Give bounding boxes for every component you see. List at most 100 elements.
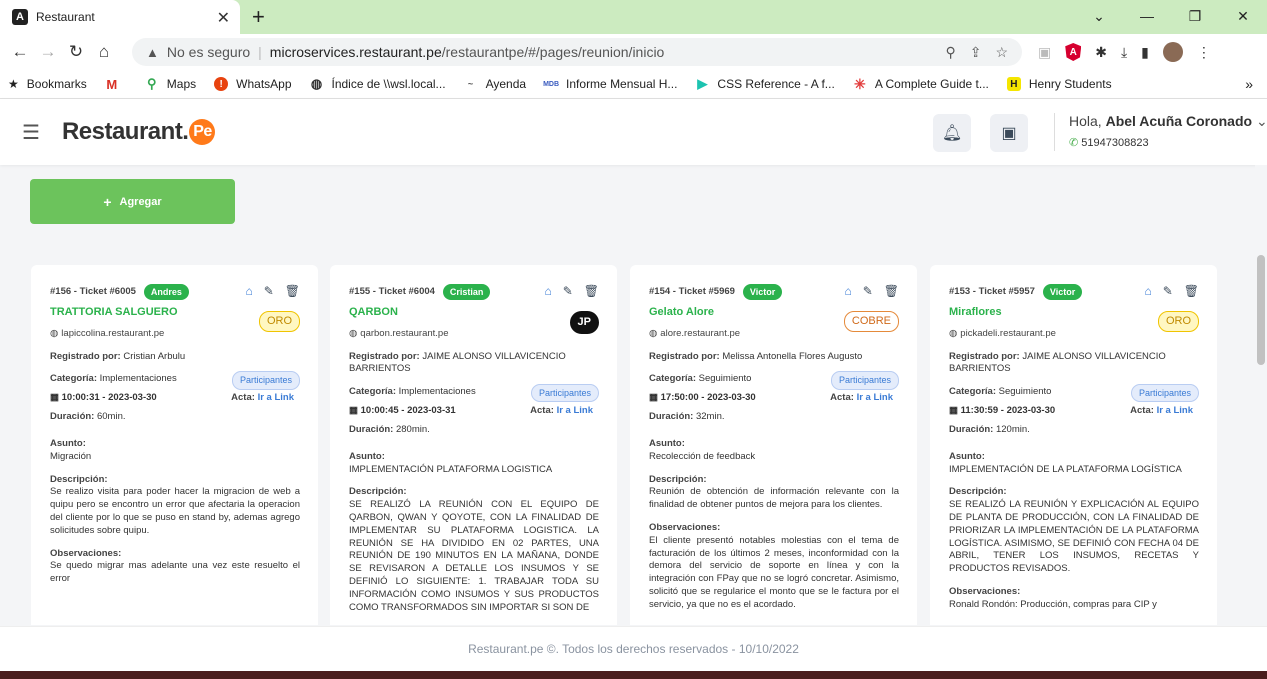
- url-separator: |: [258, 44, 262, 60]
- bookmark-item[interactable]: ✳ A Complete Guide t...: [853, 76, 989, 92]
- ir-link[interactable]: Ir a Link: [258, 392, 294, 403]
- sidepanel-icon[interactable]: ▮: [1141, 44, 1149, 61]
- restore-icon[interactable]: ❐: [1171, 0, 1219, 34]
- participantes-button[interactable]: Participantes: [231, 371, 300, 390]
- menu-dots-icon[interactable]: ⋮: [1197, 44, 1211, 61]
- support-button[interactable]: ▣: [990, 114, 1028, 152]
- profile-avatar[interactable]: [1162, 42, 1183, 62]
- bookmark-item[interactable]: H Henry Students: [1006, 77, 1112, 91]
- ir-link[interactable]: Ir a Link: [1157, 405, 1193, 416]
- bookmark-item[interactable]: ⚲ Maps: [145, 76, 197, 91]
- duracion-label: Duración:: [949, 423, 994, 435]
- puzzle-icon[interactable]: ✱: [1095, 44, 1107, 61]
- download-icon[interactable]: ⤓: [1121, 44, 1127, 61]
- scrollbar-thumb[interactable]: [1257, 255, 1265, 365]
- plus-icon: +: [103, 193, 112, 210]
- warning-icon[interactable]: ▲: [146, 45, 159, 60]
- url-input[interactable]: ▲ No es seguro | microservices.restauran…: [132, 38, 1022, 66]
- ir-link[interactable]: Ir a Link: [857, 392, 893, 403]
- edit-icon[interactable]: ✎: [863, 283, 873, 299]
- categoria-row: Categoría: Seguimiento Participantes: [649, 371, 899, 390]
- descripcion-value: SE REALIZÓ LA REUNIÓN Y EXPLICACIÓN AL E…: [949, 499, 1199, 575]
- page-scrollbar[interactable]: [1255, 165, 1267, 625]
- chevron-down-icon[interactable]: ⌄: [1256, 113, 1267, 129]
- add-button[interactable]: + Agregar: [30, 179, 235, 224]
- datetime-value: 10:00:45 - 2023-03-31: [360, 405, 456, 417]
- bookmark-item[interactable]: MDB Informe Mensual H...: [543, 77, 678, 91]
- extension-icon[interactable]: ▣: [1038, 44, 1051, 61]
- url-host: microservices.restaurant.pe: [269, 44, 442, 60]
- trash-icon[interactable]: 🗑︎: [884, 283, 899, 299]
- forward-icon[interactable]: →: [34, 42, 62, 62]
- address-bar-row: ← → ↻ ⌂ ▲ No es seguro | microservices.r…: [0, 34, 1267, 70]
- duracion-row: Duración: 120min.: [949, 424, 1199, 437]
- home-icon[interactable]: ⌂: [245, 283, 252, 299]
- tab-search-icon[interactable]: ⌄: [1075, 0, 1123, 34]
- close-window-icon[interactable]: ✕: [1219, 0, 1267, 34]
- duracion-value: 60min.: [96, 411, 126, 423]
- globe-icon: ◍: [310, 76, 323, 91]
- categoria-label: Categoría:: [349, 386, 396, 398]
- trash-icon[interactable]: 🗑︎: [1184, 283, 1199, 299]
- new-tab-icon[interactable]: +: [252, 4, 265, 30]
- bookmark-item[interactable]: ★ Bookmarks: [8, 77, 87, 91]
- participantes-button[interactable]: Participantes: [530, 384, 599, 403]
- notifications-button[interactable]: 🔔︎: [933, 114, 971, 152]
- home-icon[interactable]: ⌂: [544, 283, 551, 299]
- descripcion-section: Descripción: Se realizo visita para poder…: [50, 474, 300, 538]
- edit-icon[interactable]: ✎: [563, 283, 573, 299]
- observaciones-value: Se quedo migrar mas adelante una vez est…: [50, 560, 300, 585]
- phone-icon: ✆: [1069, 137, 1079, 149]
- reload-icon[interactable]: ↻: [62, 42, 90, 62]
- calendar-icon: ▦: [649, 392, 658, 404]
- trash-icon[interactable]: 🗑︎: [584, 283, 599, 299]
- bookmark-item[interactable]: ◍ Índice de \\wsl.local...: [310, 76, 446, 91]
- plan-badge: JP: [569, 311, 599, 334]
- zoom-icon[interactable]: ⚲: [945, 44, 955, 61]
- bookmark-label: Bookmarks: [26, 77, 87, 91]
- page-footer: Restaurant.pe ©. Todos los derechos rese…: [0, 626, 1267, 671]
- site-url[interactable]: ◍ qarbon.restaurant.pe: [349, 328, 599, 341]
- home-icon[interactable]: ⌂: [844, 283, 851, 299]
- share-icon[interactable]: ⇪: [970, 44, 982, 61]
- bookmark-item[interactable]: ! WhatsApp: [214, 77, 292, 91]
- os-taskbar: [0, 671, 1267, 679]
- bookmark-item[interactable]: ~ Ayenda: [464, 77, 526, 91]
- bookmark-star-icon[interactable]: ☆: [995, 44, 1008, 61]
- edit-icon[interactable]: ✎: [264, 283, 274, 299]
- bookmark-item[interactable]: ▶ CSS Reference - A f...: [695, 76, 835, 91]
- back-icon[interactable]: ←: [6, 42, 34, 62]
- browser-tab[interactable]: A Restaurant ✕: [0, 0, 240, 34]
- participantes-button[interactable]: Participantes: [830, 371, 899, 390]
- window-controls: ⌄ — ❐ ✕: [1075, 0, 1267, 34]
- trash-icon[interactable]: 🗑︎: [285, 283, 300, 299]
- plan-badge: COBRE: [843, 311, 899, 332]
- registrado-label: Registrado por:: [349, 350, 420, 362]
- tab-close-icon[interactable]: ✕: [217, 8, 230, 28]
- minimize-icon[interactable]: —: [1123, 0, 1171, 34]
- home-icon[interactable]: ⌂: [90, 42, 118, 62]
- user-menu[interactable]: Hola, Abel Acuña Coronado ⌄ ✆ 5194730882…: [1054, 113, 1267, 151]
- observaciones-label: Observaciones:: [50, 547, 122, 559]
- user-pill: Victor: [1042, 283, 1083, 301]
- angular-devtools-icon[interactable]: A: [1065, 43, 1082, 61]
- hamburger-menu-icon[interactable]: ☰: [22, 120, 40, 145]
- bookmark-label: CSS Reference - A f...: [717, 77, 835, 91]
- participantes-button[interactable]: Participantes: [1130, 384, 1199, 403]
- observaciones-section: Observaciones: Se quedo migrar mas adelan…: [50, 548, 300, 586]
- restaurant-logo[interactable]: Restaurant. Pe: [62, 118, 216, 146]
- ticket-id: #154 - Ticket #5969: [649, 285, 735, 297]
- edit-icon[interactable]: ✎: [1163, 283, 1173, 299]
- extension-icons: ▣ A ✱ ⤓ ▮ ⋮: [1038, 42, 1211, 62]
- datetime-value: 17:50:00 - 2023-03-30: [660, 392, 756, 404]
- categoria-label: Categoría:: [949, 386, 996, 398]
- bookmark-label: Maps: [166, 77, 197, 91]
- bookmark-label: Informe Mensual H...: [566, 77, 678, 91]
- asunto-value: Migración: [50, 450, 92, 462]
- ir-link[interactable]: Ir a Link: [557, 405, 593, 416]
- home-icon[interactable]: ⌂: [1144, 283, 1151, 299]
- monitor-user-icon: ▣: [1001, 125, 1017, 142]
- more-bookmarks-icon[interactable]: »: [1245, 76, 1253, 92]
- datetime-row: ▦ 17:50:00 - 2023-03-30 Acta: Ir a Link: [649, 392, 899, 405]
- bookmark-item[interactable]: M: [105, 77, 127, 92]
